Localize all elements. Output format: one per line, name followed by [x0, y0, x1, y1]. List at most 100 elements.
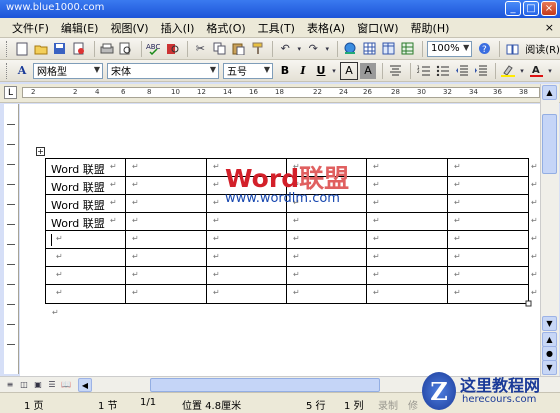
normal-view-icon[interactable]: ≡	[4, 378, 16, 390]
menu-bar: 文件(F) 编辑(E) 视图(V) 插入(I) 格式(O) 工具(T) 表格(A…	[0, 18, 560, 38]
end-of-cell-mark: ↵	[373, 180, 380, 189]
vertical-scroll-thumb[interactable]	[542, 114, 557, 174]
print-icon[interactable]	[99, 41, 115, 57]
read-button[interactable]: 阅读(R)	[525, 41, 560, 56]
document-page[interactable]: + Word 联盟 Word 联盟 Word 联盟 Word 联盟 ↵ ↵ ↵ ↵ ↵ ↵…	[20, 104, 540, 376]
ruler-number: 26	[363, 88, 372, 96]
scroll-left-icon[interactable]: ◀	[78, 378, 92, 392]
status-record[interactable]: 录制	[378, 397, 398, 412]
vertical-ruler[interactable]	[4, 104, 19, 374]
select-browse-object-icon[interactable]: ●	[542, 346, 557, 361]
scroll-down-icon[interactable]: ▼	[542, 316, 557, 331]
menu-insert[interactable]: 插入(I)	[155, 20, 201, 36]
menu-view[interactable]: 视图(V)	[104, 20, 154, 36]
status-position: 位置 4.8厘米	[182, 401, 242, 412]
tab-selector[interactable]: L	[4, 86, 17, 99]
maximize-button[interactable]: □	[523, 1, 539, 16]
help-icon[interactable]: ?	[476, 41, 492, 57]
horizontal-scroll-thumb[interactable]	[150, 378, 380, 392]
ruler-number: 34	[469, 88, 478, 96]
character-border-button[interactable]: A	[340, 61, 358, 80]
style-select[interactable]: 网格型 ▼	[33, 62, 103, 79]
research-icon[interactable]	[164, 41, 180, 57]
italic-button[interactable]: I	[295, 63, 311, 79]
status-page: 1 页	[24, 401, 44, 412]
numbering-icon[interactable]: 12	[415, 63, 431, 79]
ruler-number: 2	[31, 88, 36, 96]
undo-dropdown-icon[interactable]: ▾	[296, 41, 302, 57]
open-folder-icon[interactable]	[33, 41, 49, 57]
save-icon[interactable]	[52, 41, 68, 57]
menu-file[interactable]: 文件(F)	[6, 20, 55, 36]
toolbar-separator	[93, 40, 95, 57]
character-shading-button[interactable]: A	[360, 62, 376, 79]
print-preview-icon[interactable]	[118, 41, 134, 57]
outline-view-icon[interactable]: ☰	[46, 378, 58, 390]
undo-icon[interactable]: ↶	[277, 41, 293, 57]
new-document-icon[interactable]	[14, 41, 30, 57]
tables-borders-icon[interactable]	[361, 41, 377, 57]
table-cell[interactable]: Word 联盟	[51, 197, 105, 213]
status-revision[interactable]: 修	[408, 397, 418, 412]
permission-icon[interactable]	[71, 41, 87, 57]
menu-tools[interactable]: 工具(T)	[252, 20, 301, 36]
format-painter-icon[interactable]	[249, 41, 265, 57]
previous-page-icon[interactable]: ▲	[542, 332, 557, 347]
highlight-icon[interactable]	[500, 63, 516, 79]
close-button[interactable]: ×	[541, 1, 557, 16]
end-of-cell-mark: ↵	[454, 198, 461, 207]
menu-help[interactable]: 帮助(H)	[405, 20, 456, 36]
ruler-number: 12	[197, 88, 206, 96]
table-cell[interactable]: Word 联盟	[51, 179, 105, 195]
table-cell[interactable]: Word 联盟	[51, 161, 105, 177]
cut-icon[interactable]: ✂	[192, 41, 208, 57]
align-center-icon[interactable]	[387, 63, 403, 79]
font-size-select[interactable]: 五号 ▼	[223, 62, 273, 79]
redo-dropdown-icon[interactable]: ▾	[324, 41, 330, 57]
end-of-row-mark: ↵	[531, 180, 538, 189]
redo-icon[interactable]: ↷	[305, 41, 321, 57]
bullets-icon[interactable]	[434, 63, 450, 79]
web-view-icon[interactable]: ◫	[18, 378, 30, 390]
paste-icon[interactable]	[230, 41, 246, 57]
hyperlink-icon[interactable]	[342, 41, 358, 57]
insert-excel-icon[interactable]	[399, 41, 415, 57]
zoom-select[interactable]: 100% ▼	[427, 40, 473, 57]
vertical-scrollbar[interactable]: ▲ ▼ ▲ ● ▼	[540, 84, 559, 376]
copy-icon[interactable]	[211, 41, 227, 57]
table-cell[interactable]: Word 联盟	[51, 215, 105, 231]
toolbar-separator	[140, 40, 142, 57]
end-of-row-mark: ↵	[531, 216, 538, 225]
highlight-dropdown-icon[interactable]: ▾	[519, 63, 525, 79]
increase-indent-icon[interactable]	[472, 63, 488, 79]
menu-format[interactable]: 格式(O)	[200, 20, 251, 36]
bold-button[interactable]: B	[277, 63, 293, 79]
scroll-up-icon[interactable]: ▲	[542, 85, 557, 100]
ruler-track[interactable]: 2 2 4 6 8 10 12 14 16 18 22 24 26 28 30 …	[22, 87, 540, 98]
font-color-icon[interactable]: A	[528, 63, 544, 79]
insert-table-icon[interactable]	[380, 41, 396, 57]
toolbar-grip[interactable]	[6, 62, 10, 79]
font-select[interactable]: 宋体 ▼	[107, 62, 219, 79]
document-close-icon[interactable]: ×	[545, 21, 554, 34]
decrease-indent-icon[interactable]	[453, 63, 469, 79]
read-mode-icon[interactable]	[504, 41, 520, 57]
end-of-cell-mark: ↵	[293, 234, 300, 243]
underline-dropdown-icon[interactable]: ▾	[331, 63, 337, 79]
menu-table[interactable]: 表格(A)	[301, 20, 351, 36]
watermark-url: www.wordlm.com	[225, 191, 340, 206]
font-color-dropdown-icon[interactable]: ▾	[547, 63, 553, 79]
styles-formatting-icon[interactable]: A	[14, 63, 30, 79]
spelling-icon[interactable]: ABC	[145, 41, 161, 57]
end-of-cell-mark: ↵	[56, 234, 63, 243]
toolbar-grip[interactable]	[6, 40, 10, 57]
reading-view-icon[interactable]: 📖	[60, 378, 72, 390]
menu-window[interactable]: 窗口(W)	[351, 20, 404, 36]
minimize-button[interactable]: _	[505, 1, 521, 16]
end-of-cell-mark: ↵	[213, 216, 220, 225]
end-of-cell-mark: ↵	[373, 198, 380, 207]
underline-button[interactable]: U	[313, 63, 329, 79]
menu-edit[interactable]: 编辑(E)	[55, 20, 105, 36]
end-of-cell-mark: ↵	[110, 216, 117, 225]
print-view-icon[interactable]: ▣	[32, 378, 44, 390]
